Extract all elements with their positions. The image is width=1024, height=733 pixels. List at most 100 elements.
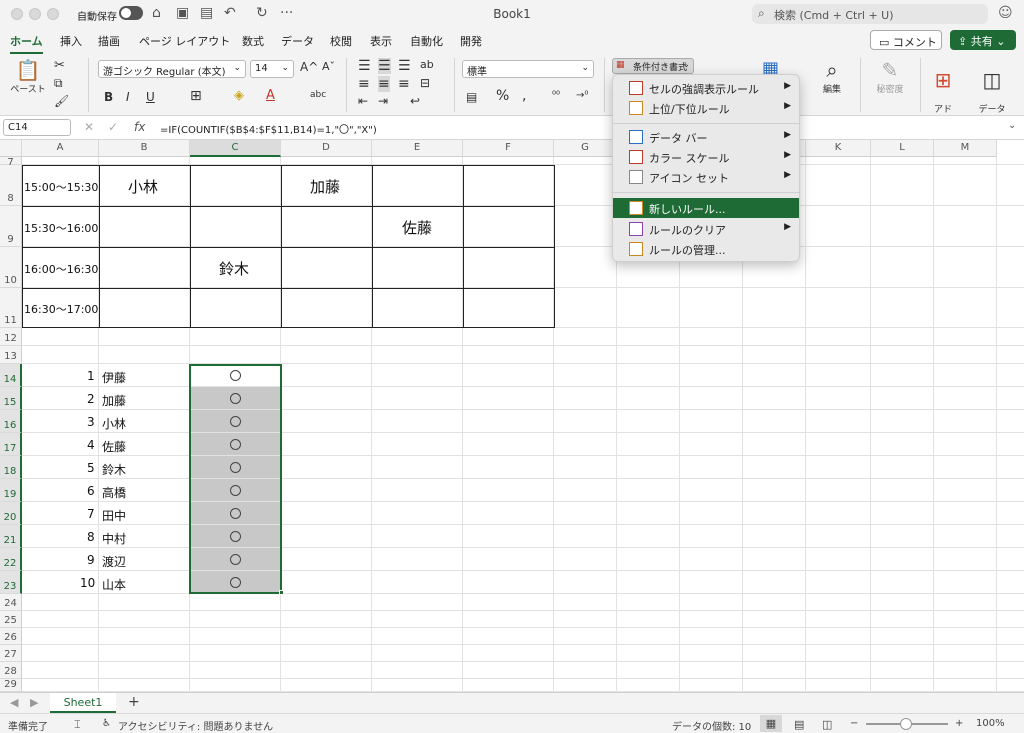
row-header[interactable]: 7: [0, 157, 22, 168]
format-painter-icon[interactable]: 🖌: [54, 94, 69, 108]
row-header[interactable]: 15: [0, 387, 22, 410]
tab-formulas[interactable]: 数式: [242, 33, 264, 49]
function-icon[interactable]: fx: [134, 120, 145, 134]
cell-selection[interactable]: [189, 364, 282, 594]
next-sheet-icon[interactable]: ▶: [30, 696, 38, 709]
cut-icon[interactable]: ✂: [54, 58, 65, 73]
underline-icon[interactable]: U: [146, 90, 155, 104]
page-break-view-icon[interactable]: ◫: [822, 718, 832, 731]
align-center-icon[interactable]: ≡: [378, 76, 390, 92]
share-button[interactable]: ⇪ 共有 ⌄: [950, 30, 1016, 50]
confirm-icon[interactable]: ✓: [108, 120, 118, 134]
normal-view-icon[interactable]: ▦: [760, 715, 782, 732]
italic-icon[interactable]: I: [126, 90, 130, 104]
tab-view[interactable]: 表示: [370, 33, 392, 49]
zoom-out-icon[interactable]: −: [850, 718, 858, 729]
menu-item-icon-sets[interactable]: アイコン セット ▶: [619, 167, 795, 187]
select-all-corner[interactable]: [0, 140, 22, 157]
row-header[interactable]: 19: [0, 479, 22, 502]
column-header[interactable]: C: [190, 140, 281, 157]
wrap-icon[interactable]: ↩: [410, 94, 420, 108]
row-header[interactable]: 12: [0, 328, 22, 346]
sheet-tab[interactable]: Sheet1: [50, 693, 116, 713]
row-header[interactable]: 21: [0, 525, 22, 548]
merge-icon[interactable]: ⊟: [420, 76, 430, 90]
row-header[interactable]: 24: [0, 594, 22, 611]
page-layout-view-icon[interactable]: ▤: [794, 718, 804, 731]
align-right-icon[interactable]: ≡: [398, 76, 410, 92]
row-header[interactable]: 26: [0, 628, 22, 645]
row-header[interactable]: 11: [0, 288, 22, 328]
copy-icon[interactable]: ⧉: [54, 76, 63, 91]
column-header[interactable]: M: [934, 140, 997, 157]
zoom-in-icon[interactable]: +: [955, 718, 963, 729]
column-header[interactable]: G: [554, 140, 617, 157]
row-header[interactable]: 17: [0, 433, 22, 456]
comment-button[interactable]: ▭ コメント: [870, 30, 942, 50]
menu-item-clear-rules[interactable]: ルールのクリア ▶: [619, 219, 795, 239]
row-header[interactable]: 29: [0, 679, 22, 692]
cancel-icon[interactable]: ✕: [84, 120, 94, 134]
row-header[interactable]: 8: [0, 165, 22, 206]
macro-record-icon[interactable]: ⌶: [74, 718, 81, 732]
search-box[interactable]: ⌕ 検索 (Cmd + Ctrl + U): [752, 4, 988, 24]
account-icon[interactable]: ☺: [998, 5, 1013, 21]
row-header[interactable]: 16: [0, 410, 22, 433]
tab-draw[interactable]: 描画: [98, 33, 120, 49]
outdent-icon[interactable]: ⇤: [358, 94, 368, 108]
increase-font-icon[interactable]: A^: [300, 60, 318, 74]
decrease-font-icon[interactable]: Aˇ: [322, 60, 335, 73]
font-size-select[interactable]: 14 ⌄: [250, 60, 294, 78]
increase-decimal-icon[interactable]: ⁰⁰: [552, 90, 560, 101]
align-bottom-icon[interactable]: ☰: [398, 58, 411, 74]
tab-developer[interactable]: 開発: [460, 33, 482, 49]
row-header[interactable]: 13: [0, 346, 22, 364]
number-format-select[interactable]: 標準 ⌄: [462, 60, 594, 78]
indent-icon[interactable]: ⇥: [378, 94, 388, 108]
fill-color-icon[interactable]: ◈: [234, 88, 244, 103]
menu-item-color-scales[interactable]: カラー スケール ▶: [619, 147, 795, 167]
row-header[interactable]: 14: [0, 364, 22, 387]
row-header[interactable]: 20: [0, 502, 22, 525]
tab-review[interactable]: 校閲: [330, 33, 352, 49]
row-header[interactable]: 18: [0, 456, 22, 479]
column-header[interactable]: K: [806, 140, 871, 157]
zoom-slider-thumb[interactable]: [900, 718, 912, 730]
align-top-icon[interactable]: ☰: [358, 58, 371, 74]
row-header[interactable]: 22: [0, 548, 22, 571]
accessibility-status[interactable]: アクセシビリティ: 問題ありません: [118, 718, 273, 733]
menu-item-top-bottom-rules[interactable]: 上位/下位ルール ▶: [619, 98, 795, 118]
prev-sheet-icon[interactable]: ◀: [10, 696, 18, 709]
row-header[interactable]: 9: [0, 206, 22, 247]
name-box[interactable]: C14: [3, 119, 71, 136]
menu-item-highlight-rules[interactable]: セルの強調表示ルール ▶: [619, 78, 795, 98]
menu-item-data-bars[interactable]: データ バー ▶: [619, 127, 795, 147]
font-color-icon[interactable]: A: [266, 88, 275, 103]
comma-icon[interactable]: ,: [522, 88, 526, 104]
row-header[interactable]: 10: [0, 247, 22, 288]
tab-automate[interactable]: 自動化: [410, 33, 443, 49]
accessibility-icon[interactable]: ♿: [102, 718, 111, 729]
tab-page-layout[interactable]: ページ レイアウト: [139, 33, 230, 49]
orientation-icon[interactable]: ab: [420, 58, 434, 71]
conditional-format-button[interactable]: ▦ 条件付き書式 ⌄: [612, 58, 694, 74]
bold-icon[interactable]: B: [104, 90, 113, 104]
column-header[interactable]: B: [99, 140, 190, 157]
decrease-decimal-icon[interactable]: →⁰: [576, 90, 588, 101]
tab-data[interactable]: データ: [281, 33, 314, 49]
add-sheet-icon[interactable]: +: [128, 694, 140, 710]
column-header[interactable]: E: [372, 140, 463, 157]
row-header[interactable]: 27: [0, 645, 22, 662]
row-header[interactable]: 28: [0, 662, 22, 679]
column-header[interactable]: A: [22, 140, 99, 157]
row-header[interactable]: 23: [0, 571, 22, 594]
menu-item-new-rule[interactable]: 新しいルール...: [613, 198, 799, 218]
paste-button[interactable]: 📋 ペースト: [8, 58, 48, 95]
font-name-select[interactable]: 游ゴシック Regular (本文) ⌄: [98, 60, 246, 78]
currency-icon[interactable]: ▤: [466, 90, 477, 104]
editing-button[interactable]: ⌕ 編集: [814, 58, 850, 95]
percent-icon[interactable]: %: [496, 88, 509, 104]
borders-icon[interactable]: ⊞: [190, 88, 202, 104]
column-header[interactable]: F: [463, 140, 554, 157]
formula-input[interactable]: =IF(COUNTIF($B$4:$F$11,B14)=1,"〇","X"): [160, 121, 377, 136]
